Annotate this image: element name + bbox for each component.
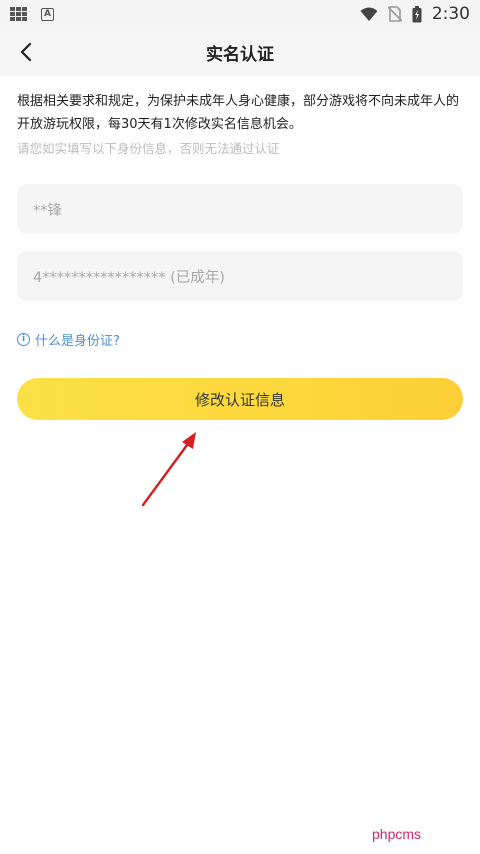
battery-icon [412, 5, 422, 22]
name-field[interactable]: **锋 [17, 184, 463, 234]
submit-button-label: 修改认证信息 [194, 390, 285, 409]
form-hint: 请您如实填写以下身份信息，否则无法通过认证 [17, 141, 280, 156]
watermark: phpcms [372, 826, 422, 842]
id-number-value: 4***************** (已成年) [33, 269, 225, 286]
no-sim-icon [387, 6, 402, 22]
status-time: 2:30 [431, 4, 470, 24]
modify-verification-button[interactable]: 修改认证信息 [17, 378, 463, 420]
grid-icon [10, 6, 27, 22]
info-icon: i [17, 333, 30, 346]
nav-bar: 实名认证 [0, 28, 480, 76]
status-bar: A 2:30 [0, 0, 480, 28]
annotation-arrow-icon [141, 432, 196, 507]
what-is-id-link[interactable]: i 什么是身份证? [17, 330, 120, 349]
a-notification-icon: A [41, 7, 54, 21]
help-link-label: 什么是身份证? [35, 334, 120, 349]
page-title: 实名认证 [206, 45, 274, 65]
name-value: **锋 [33, 202, 62, 219]
id-number-field[interactable]: 4***************** (已成年) [17, 251, 463, 301]
wifi-icon [360, 7, 378, 21]
policy-notice: 根据相关要求和规定，为保护未成年人身心健康，部分游戏将不向未成年人的开放游玩权限… [17, 94, 460, 132]
